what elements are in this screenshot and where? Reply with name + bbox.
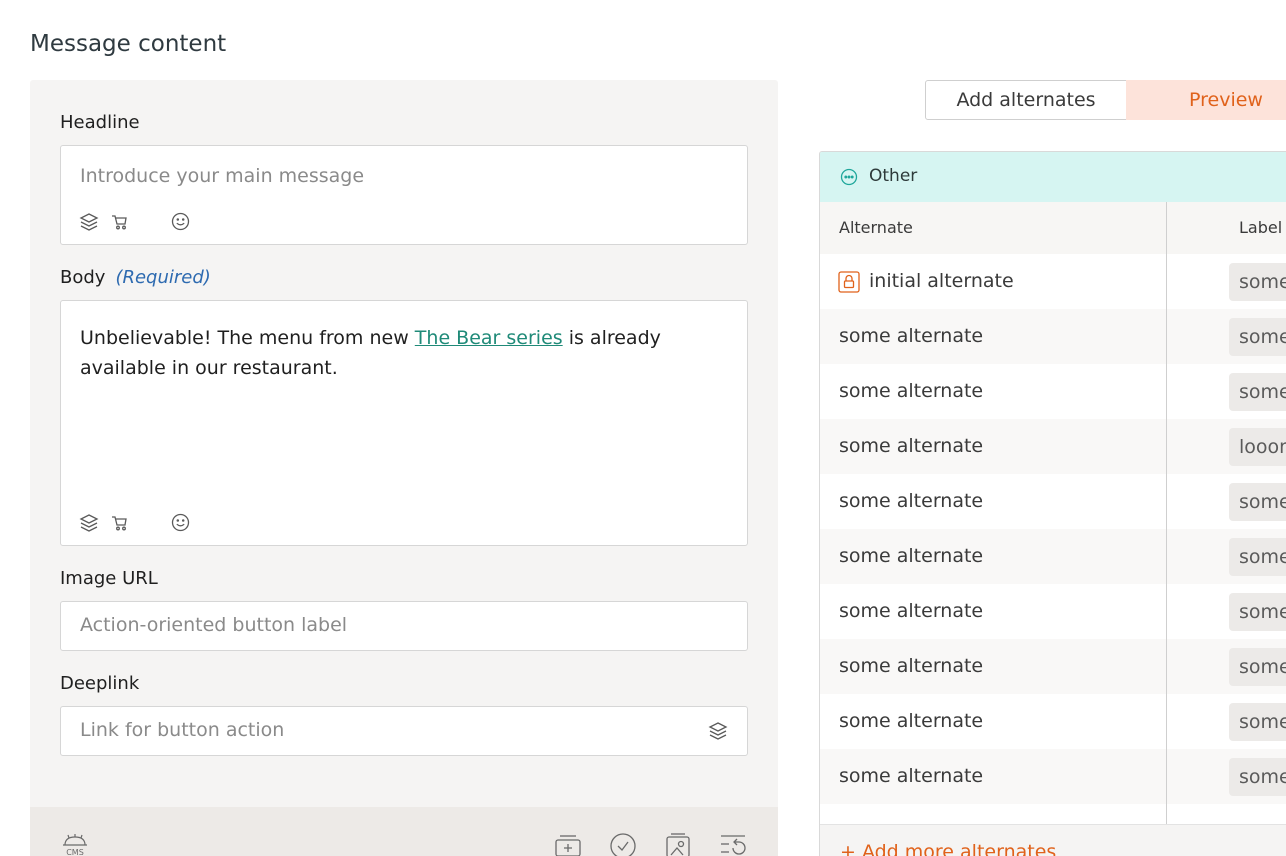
alternate-cell: some alternate	[839, 435, 984, 457]
alternate-cell: initial alternate	[869, 270, 1014, 292]
body-text: Unbelievable! The menu from new The Bear…	[80, 323, 727, 383]
body-link[interactable]: The Bear series	[415, 327, 563, 349]
table-row[interactable]: some alternate some	[820, 364, 1286, 419]
body-textarea[interactable]: Unbelievable! The menu from new The Bear…	[60, 300, 748, 546]
label-cell[interactable]: some	[1229, 538, 1286, 576]
group-label: Other	[869, 166, 918, 186]
table-row[interactable]: some alternate some	[820, 474, 1286, 529]
deeplink-placeholder: Link for button action	[80, 719, 285, 741]
add-card-icon[interactable]	[554, 833, 582, 856]
column-header-alternate: Alternate	[839, 218, 913, 237]
layers-icon[interactable]	[708, 721, 728, 741]
alternates-table: Other Alternate Label initial alternate …	[819, 151, 1286, 856]
alternate-cell: some alternate	[839, 490, 984, 512]
alternate-cell: some alternate	[839, 545, 984, 567]
image-url-label-text: Image URL	[60, 568, 158, 589]
alternate-cell: some alternate	[839, 600, 984, 622]
table-row[interactable]: some alternate some	[820, 639, 1286, 694]
label-cell[interactable]: some	[1229, 483, 1286, 521]
lock-icon	[838, 271, 860, 297]
image-card-icon[interactable]	[665, 833, 691, 856]
smiley-icon[interactable]	[171, 513, 190, 532]
deeplink-input[interactable]: Link for button action	[60, 706, 748, 756]
add-alternates-tab[interactable]: Add alternates	[925, 80, 1127, 120]
label-cell[interactable]: some	[1229, 263, 1286, 301]
label-cell[interactable]: some	[1229, 758, 1286, 796]
table-row[interactable]: some alternate some	[820, 309, 1286, 364]
alternate-cell: some alternate	[839, 325, 984, 347]
body-text-before: Unbelievable! The menu from new	[80, 327, 415, 349]
alternate-cell: some alternate	[839, 380, 984, 402]
reset-list-icon[interactable]	[719, 833, 749, 856]
cart-icon[interactable]	[111, 213, 129, 231]
image-url-input[interactable]: Action-oriented button label	[60, 601, 748, 651]
table-row[interactable]: some alternate some	[820, 694, 1286, 749]
panel-footer: CMS	[30, 807, 778, 856]
group-header[interactable]: Other	[820, 152, 1286, 202]
image-url-label: Image URL	[60, 568, 158, 589]
column-divider	[1166, 202, 1167, 832]
table-row[interactable]: some alternate some	[820, 584, 1286, 639]
alternate-cell: some alternate	[839, 710, 984, 732]
svg-text:CMS: CMS	[66, 848, 84, 856]
column-header-label: Label	[1239, 218, 1283, 237]
body-label-text: Body	[60, 267, 106, 288]
layers-icon[interactable]	[79, 513, 99, 533]
label-cell[interactable]: some	[1229, 593, 1286, 631]
dots-circle-icon	[840, 168, 858, 190]
body-label: Body (Required)	[60, 267, 211, 288]
preview-tab[interactable]: Preview	[1126, 80, 1286, 120]
smiley-icon[interactable]	[171, 212, 190, 231]
page-title: Message content	[30, 31, 227, 57]
alternate-cell: some alternate	[839, 655, 984, 677]
table-row[interactable]: some alternate some	[820, 749, 1286, 804]
deeplink-label: Deeplink	[60, 673, 139, 694]
label-cell[interactable]: some	[1229, 703, 1286, 741]
headline-label: Headline	[60, 112, 140, 133]
image-url-placeholder: Action-oriented button label	[80, 614, 348, 636]
headline-input[interactable]: Introduce your main message	[60, 145, 748, 245]
headline-placeholder: Introduce your main message	[80, 165, 365, 187]
add-more-alternates-link[interactable]: + Add more alternates	[840, 841, 1056, 856]
table-row[interactable]: initial alternate some	[820, 254, 1286, 309]
table-row[interactable]: some alternate some	[820, 529, 1286, 584]
label-cell[interactable]: some	[1229, 318, 1286, 356]
cart-icon[interactable]	[111, 514, 129, 532]
deeplink-label-text: Deeplink	[60, 673, 140, 694]
layers-icon[interactable]	[79, 212, 99, 232]
cms-gear-icon[interactable]: CMS	[60, 833, 90, 856]
alternate-cell: some alternate	[839, 765, 984, 787]
check-circle-icon[interactable]	[609, 832, 637, 856]
label-cell[interactable]: some	[1229, 648, 1286, 686]
form-panel: Headline Introduce your main message Bod…	[30, 80, 778, 856]
table-header: Alternate Label	[820, 202, 1286, 254]
required-marker: (Required)	[115, 267, 211, 288]
table-footer: + Add more alternates	[820, 824, 1286, 856]
label-cell[interactable]: looon	[1229, 428, 1286, 466]
headline-label-text: Headline	[60, 112, 140, 133]
label-cell[interactable]: some	[1229, 373, 1286, 411]
table-row[interactable]: some alternate looon	[820, 419, 1286, 474]
